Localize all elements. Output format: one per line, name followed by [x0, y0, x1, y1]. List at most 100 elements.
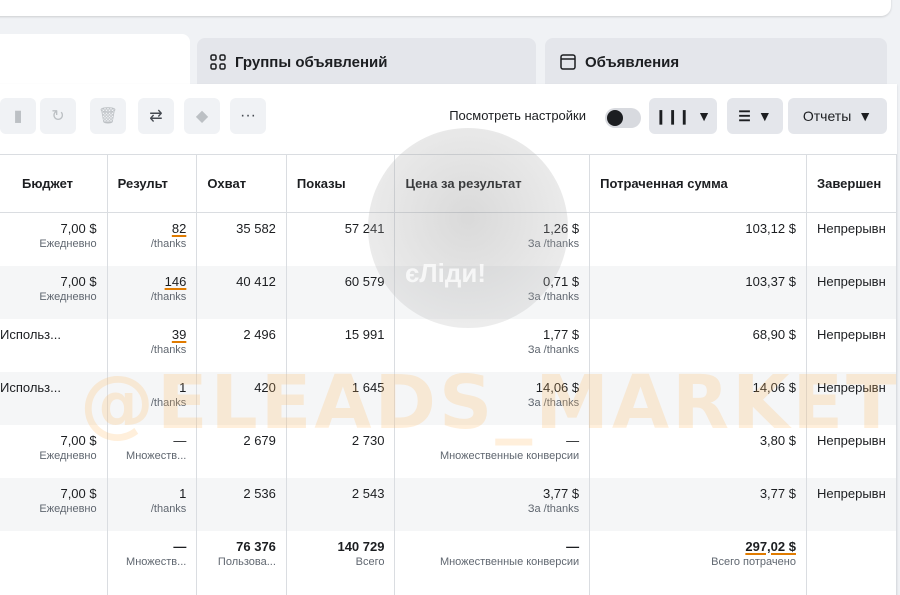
col-header-budget[interactable]: Бюджет — [0, 154, 108, 213]
more-button[interactable]: ··· — [230, 98, 266, 134]
total-impressions-sub: Всего — [355, 555, 385, 568]
result-value[interactable]: 146 — [118, 274, 187, 290]
result-value[interactable]: 82 — [118, 221, 186, 237]
budget-sub: Ежедневно — [39, 290, 97, 303]
total-result-sub: Множеств... — [126, 555, 187, 568]
result-cell: 1/thanks — [107, 477, 198, 531]
tab-ad-sets-label: Группы объявлений — [235, 53, 388, 71]
reach-cell: 35 582 — [196, 212, 287, 266]
reports-label: Отчеты — [802, 108, 852, 124]
cpr-cell: 1,26 $ За /thanks — [394, 212, 591, 266]
ends-value: Непрерывн — [816, 379, 886, 395]
ends-value: Непрерывн — [816, 326, 886, 342]
budget-cell: 7,00 $ Ежедневно — [0, 265, 108, 319]
reports-button[interactable]: Отчеты ▼ — [788, 98, 887, 134]
ends-cell: Непрерывн — [806, 371, 898, 425]
chevron-down-icon: ▼ — [858, 108, 873, 124]
total-spent-value: 297,02 $ — [745, 538, 796, 554]
table-row[interactable]: 7,00 $ Ежедневно 1/thanks 2 536 2 543 3,77 $ З… — [0, 477, 898, 531]
cpr-sub: За /thanks — [527, 238, 580, 250]
result-cell: 146/thanks — [107, 265, 198, 319]
result-sub: /thanks — [150, 290, 187, 303]
cpr-value: — — [566, 432, 580, 448]
impressions-cell: 2 543 — [286, 477, 396, 531]
result-value[interactable]: 1 — [118, 486, 186, 502]
cpr-sub: Множественные конверсии — [439, 449, 580, 462]
columns-button[interactable]: ❙❙❙ ▼ — [649, 98, 717, 134]
tab-ads[interactable]: Объявления — [545, 38, 887, 86]
spent-cell: 3,80 $ — [589, 424, 807, 478]
results-table: Бюджет Результ Охват Показы Цена за резу… — [0, 154, 898, 595]
table-row[interactable]: Использ... 1/thanks 420 1 645 14,06 $ За /tha… — [0, 371, 898, 425]
tag-button[interactable]: ◆ — [184, 98, 220, 134]
total-impressions-value: 140 729 — [337, 538, 385, 554]
col-header-ends[interactable]: Завершен — [806, 154, 898, 213]
spent-cell: 103,37 $ — [589, 265, 807, 319]
table-row[interactable]: 7,00 $ Ежедневно 82/thanks 35 582 57 241 1,26… — [0, 212, 898, 266]
toolbar: ▮ ↻ 🗑 ⇄ ◆ ··· Посмотреть настройки ❙❙❙ ▼ … — [0, 84, 890, 154]
grid-icon — [209, 53, 227, 71]
view-settings-label: Посмотреть настройки — [449, 108, 586, 123]
spent-value: 3,80 $ — [759, 432, 796, 448]
reach-cell: 420 — [196, 371, 287, 425]
tab-ads-label: Объявления — [585, 53, 680, 71]
col-header-amount-spent[interactable]: Потраченная сумма — [589, 154, 807, 213]
cpr-cell: 0,71 $ За /thanks — [394, 265, 591, 319]
ab-test-button[interactable]: ⇄ — [138, 98, 174, 134]
reach-value: 420 — [254, 379, 276, 395]
total-result-value: — — [173, 538, 187, 554]
breakdown-button[interactable]: ☰ ▼ — [727, 98, 783, 134]
total-reach-sub: Пользова... — [217, 555, 276, 568]
impressions-cell: 2 730 — [286, 424, 396, 478]
ends-cell: Непрерывн — [806, 318, 898, 372]
delete-button[interactable]: 🗑 — [90, 98, 126, 134]
cpr-sub: За /thanks — [527, 502, 580, 515]
col-header-impressions[interactable]: Показы — [286, 154, 396, 213]
total-cpr-cell: — Множественные конверсии — [394, 530, 591, 595]
cpr-cell: 14,06 $ За /thanks — [394, 371, 591, 425]
more-icon: ··· — [240, 107, 256, 124]
ends-value: Непрерывн — [816, 221, 886, 236]
result-value[interactable]: 1 — [118, 380, 186, 396]
reach-value: 35 582 — [236, 221, 276, 236]
total-impressions-cell: 140 729 Всего — [286, 530, 396, 595]
tab-campaigns[interactable] — [0, 34, 190, 86]
budget-value: Использ... — [0, 326, 61, 342]
budget-cell: Использ... — [0, 371, 108, 425]
cpr-value: 1,77 $ — [542, 326, 580, 342]
col-header-reach[interactable]: Охват — [196, 154, 287, 213]
impressions-value: 1 645 — [351, 379, 385, 395]
impressions-cell: 15 991 — [286, 318, 396, 372]
tab-ad-sets[interactable]: Группы объявлений — [197, 38, 536, 86]
spent-value: 103,12 $ — [745, 221, 796, 236]
budget-value: Использ... — [0, 379, 61, 395]
col-header-cost-per-result[interactable]: Цена за результат — [394, 154, 591, 213]
result-value[interactable]: 39 — [118, 327, 186, 343]
chevron-down-icon: ▼ — [757, 108, 772, 124]
result-cell: 1/thanks — [107, 371, 198, 425]
budget-value: 7,00 $ — [60, 273, 97, 289]
ends-cell: Непрерывн — [806, 212, 898, 266]
refresh-button[interactable]: ↻ — [40, 98, 76, 134]
clipboard-button[interactable]: ▮ — [0, 98, 36, 134]
refresh-icon: ↻ — [51, 108, 65, 125]
budget-sub: Ежедневно — [39, 238, 97, 250]
budget-cell: Использ... — [0, 318, 108, 372]
budget-value: 7,00 $ — [60, 221, 97, 236]
ends-cell: Непрерывн — [806, 265, 898, 319]
result-value[interactable]: — — [118, 433, 186, 449]
table-row[interactable]: 7,00 $ Ежедневно 146/thanks 40 412 60 579 0,7… — [0, 265, 898, 319]
total-budget-cell — [0, 530, 108, 595]
reach-value: 2 679 — [243, 432, 276, 448]
view-settings-toggle[interactable] — [605, 108, 641, 128]
table-row[interactable]: 7,00 $ Ежедневно — Множеств... 2 679 2 730— Мн… — [0, 424, 898, 478]
top-panel — [0, 0, 891, 16]
budget-cell: 7,00 $ Ежедневно — [0, 424, 108, 478]
table-row[interactable]: Использ... 39/thanks 2 496 15 991 1,77 $ За /… — [0, 318, 898, 372]
ad-window-icon — [559, 53, 577, 71]
cpr-value: 1,26 $ — [542, 221, 580, 236]
col-header-result[interactable]: Результ — [107, 154, 198, 213]
totals-row: — Множеств... 76 376 Пользова... 140 729 Всег… — [0, 530, 898, 595]
spent-cell: 14,06 $ — [589, 371, 807, 425]
ab-test-icon: ⇄ — [149, 108, 163, 125]
